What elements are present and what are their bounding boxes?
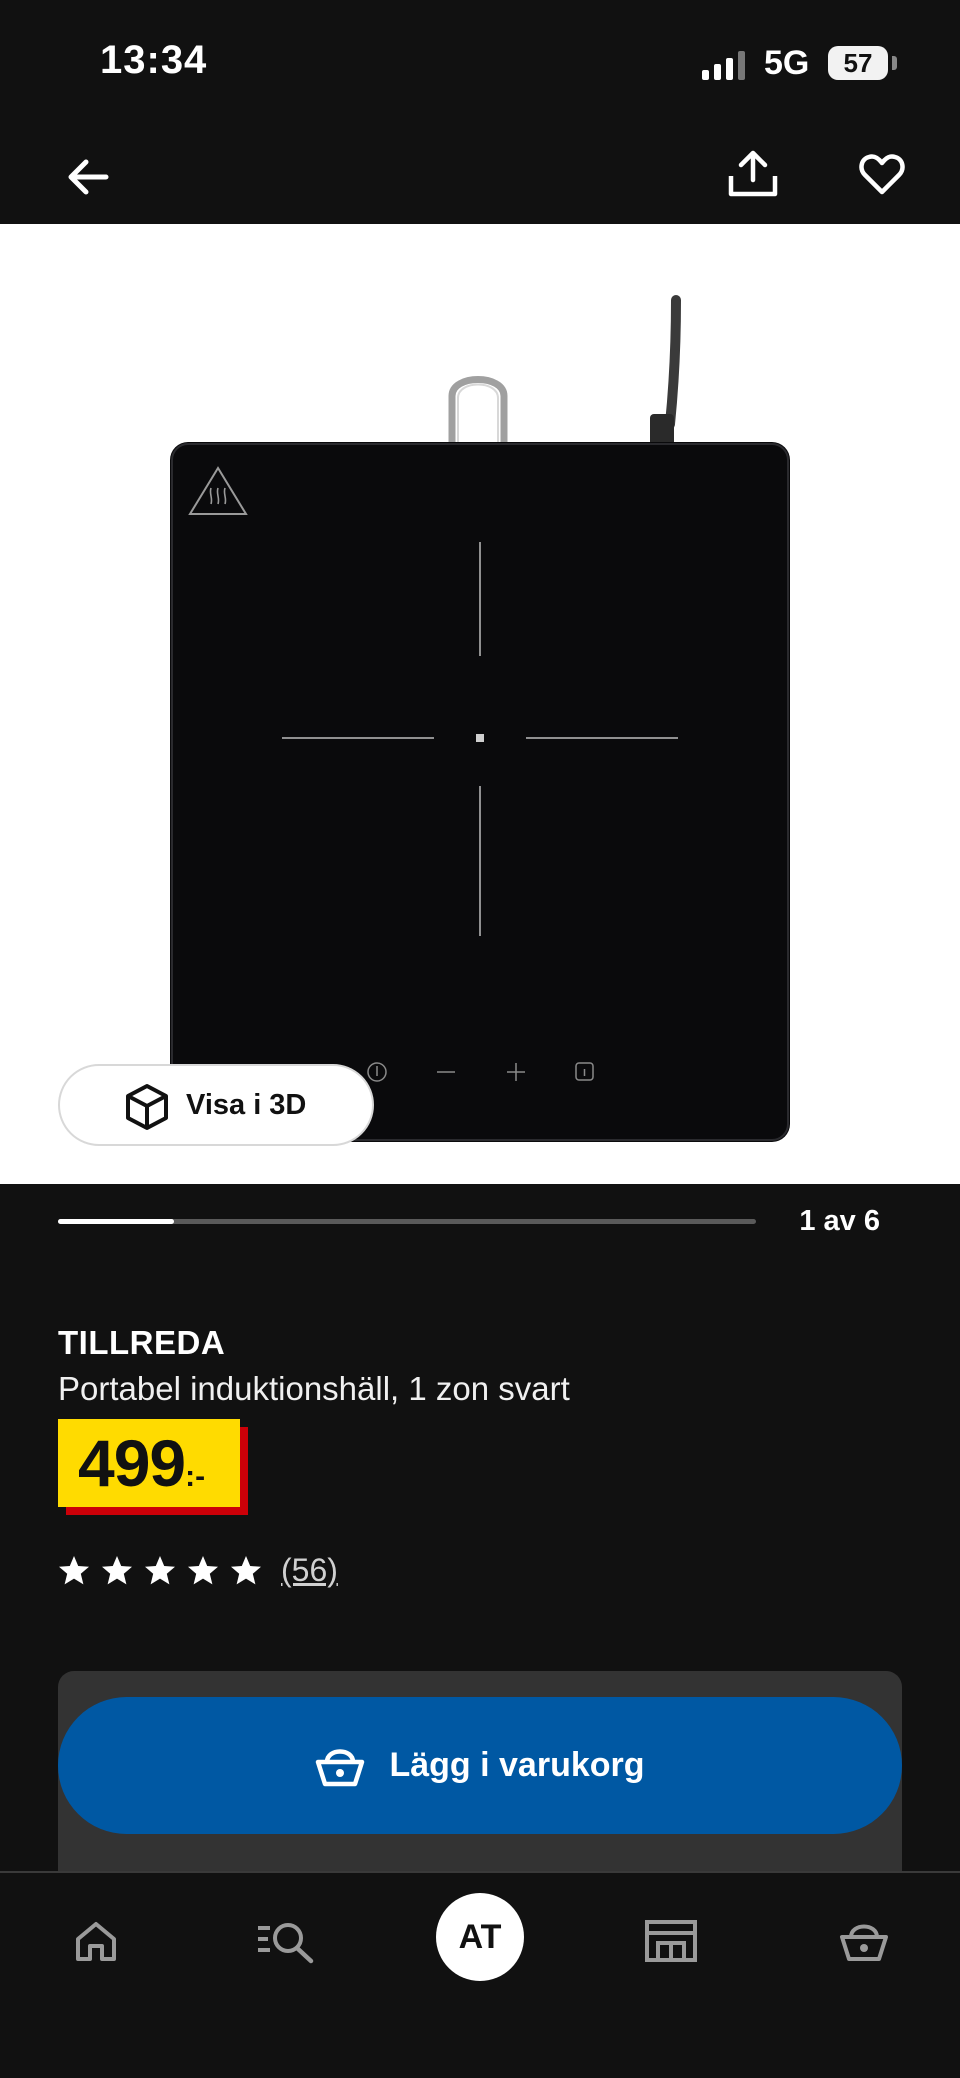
heart-icon (859, 154, 905, 195)
product-name: TILLREDA (58, 1324, 226, 1361)
product-description: Portabel induktionshäll, 1 zon svart (58, 1370, 570, 1407)
review-count-link[interactable]: (56) (281, 1552, 338, 1589)
back-arrow-icon (68, 159, 109, 195)
status-bar: 13:34 5G 57 (0, 0, 960, 125)
search-list-icon (258, 1923, 314, 1964)
back-button[interactable] (58, 147, 118, 207)
rating-stars (58, 1555, 273, 1587)
product-rating[interactable]: (56) (58, 1552, 338, 1589)
price-suffix: :- (185, 1460, 206, 1493)
view-3d-button[interactable]: Visa i 3D (58, 1064, 374, 1146)
tab-home[interactable] (56, 1903, 136, 1979)
star-icon (59, 1555, 89, 1584)
induction-hob-image (170, 295, 790, 1142)
price-box: 499 :- (58, 1419, 240, 1507)
product-image-gallery[interactable]: Visa i 3D (0, 224, 960, 1184)
carousel-progress-fill (58, 1219, 175, 1224)
basket-icon (840, 1924, 888, 1961)
star-icon (188, 1555, 218, 1584)
signal-bars-icon (702, 51, 745, 80)
share-button[interactable] (722, 141, 784, 207)
basket-icon (316, 1748, 365, 1786)
tab-stores[interactable] (631, 1903, 711, 1979)
home-icon (76, 1922, 116, 1961)
bottom-tab-bar: AT (0, 1871, 960, 2078)
network-label: 5G (764, 44, 810, 82)
carousel-counter: 1 av 6 (799, 1205, 880, 1237)
battery-tip (892, 56, 897, 70)
battery-icon: 57 (828, 46, 888, 80)
favorite-button[interactable] (852, 145, 912, 205)
store-icon (645, 1920, 697, 1962)
star-icon (145, 1555, 175, 1584)
cube-3d-icon (126, 1084, 168, 1130)
star-icon (102, 1555, 132, 1584)
price-integer: 499 (78, 1426, 186, 1500)
tab-basket[interactable] (824, 1903, 904, 1979)
status-time: 13:34 (100, 38, 208, 82)
tab-search[interactable] (246, 1903, 326, 1979)
profile-avatar[interactable]: AT (436, 1893, 524, 1981)
star-icon (231, 1555, 261, 1584)
add-to-cart-label: Lägg i varukorg (389, 1746, 645, 1784)
top-nav (0, 125, 960, 224)
share-icon (728, 150, 778, 197)
add-to-cart-button[interactable]: Lägg i varukorg (58, 1697, 902, 1834)
view-3d-label: Visa i 3D (186, 1088, 307, 1121)
carousel-progress (58, 1219, 756, 1224)
